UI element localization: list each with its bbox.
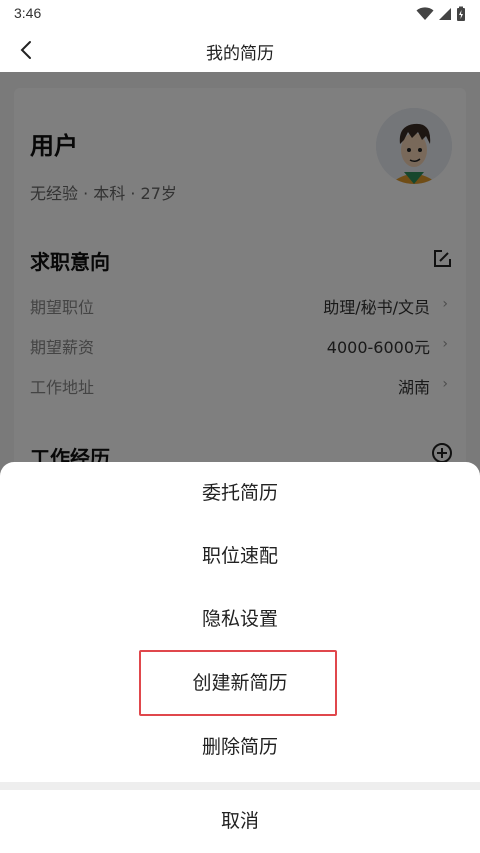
action-privacy-settings[interactable]: 隐私设置	[0, 588, 480, 650]
action-sheet: 委托简历 职位速配 隐私设置 创建新简历 删除简历 取消	[0, 462, 480, 853]
signal-icon	[439, 8, 451, 20]
action-entrust-resume[interactable]: 委托简历	[0, 462, 480, 524]
status-time: 3:46	[14, 5, 42, 21]
status-icons	[416, 6, 466, 22]
action-job-match[interactable]: 职位速配	[0, 525, 480, 587]
cancel-button[interactable]: 取消	[0, 790, 480, 852]
page-title: 我的简历	[206, 44, 274, 64]
nav-bar: 我的简历	[0, 28, 480, 72]
action-create-resume[interactable]: 创建新简历	[0, 652, 480, 714]
sheet-divider	[0, 782, 480, 790]
wifi-icon	[416, 7, 434, 20]
battery-icon	[457, 6, 465, 21]
status-bar: 3:46	[0, 0, 480, 28]
action-delete-resume[interactable]: 删除简历	[0, 716, 480, 778]
